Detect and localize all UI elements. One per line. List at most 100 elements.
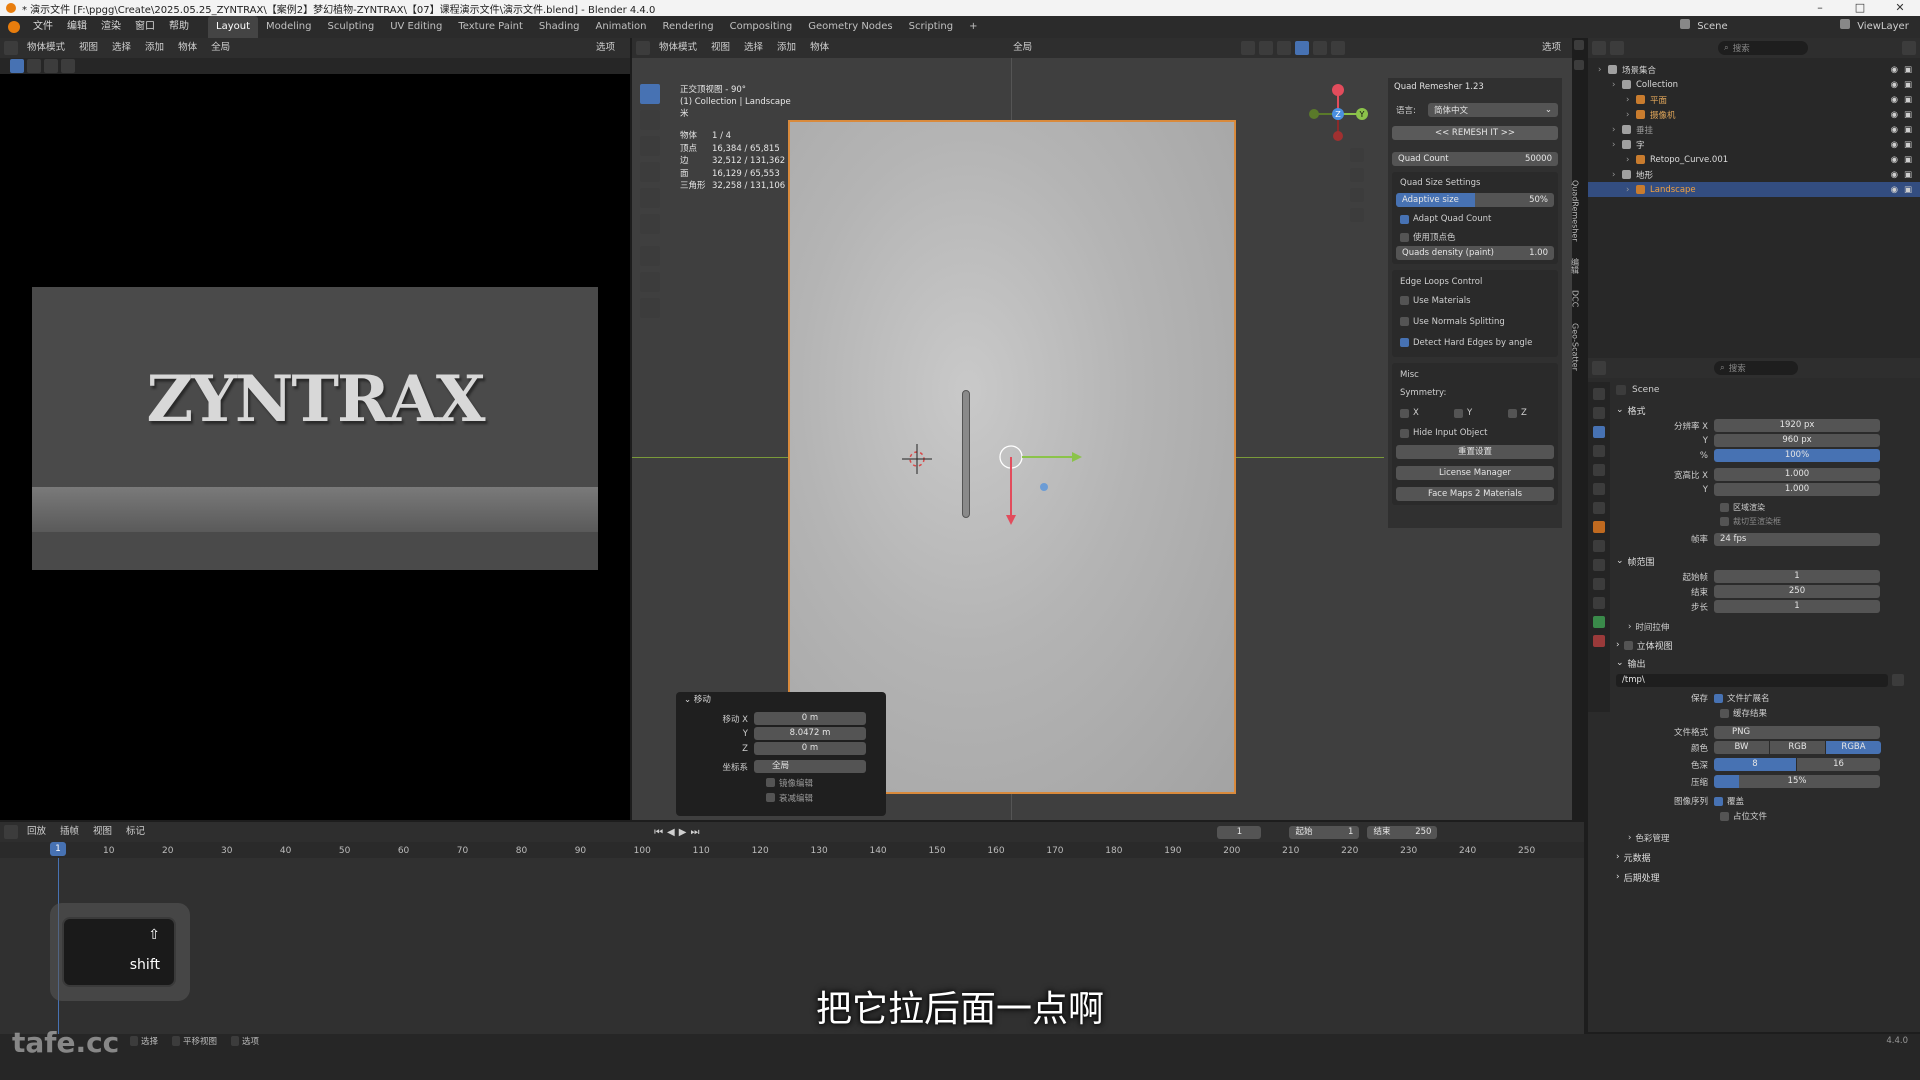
output-tab-icon[interactable] [1593, 426, 1605, 438]
depth-8-button[interactable]: 8 [1714, 758, 1796, 771]
close-button[interactable]: ✕ [1880, 0, 1920, 16]
outliner-row[interactable]: › 地形 ◉ ▣ [1588, 167, 1920, 182]
collection-tab-icon[interactable] [1593, 502, 1605, 514]
stereo-section-header[interactable]: › 立体视图 [1616, 636, 1916, 654]
visibility-eye-icon[interactable]: ◉ [1891, 125, 1898, 135]
visibility-eye-icon[interactable]: ◉ [1891, 155, 1898, 165]
language-dropdown[interactable]: 简体中文 ⌄ [1428, 103, 1558, 117]
properties-search-input[interactable]: ⌕ 搜索 [1714, 361, 1798, 375]
tab-layout[interactable]: Layout [208, 16, 258, 38]
move-gizmo[interactable] [994, 435, 1084, 535]
tool-tab-icon[interactable] [1593, 388, 1605, 400]
visibility-eye-icon[interactable]: ◉ [1891, 140, 1898, 150]
main-options-button[interactable]: 选项 [1537, 39, 1566, 57]
placeholders-checkbox[interactable]: 占位文件 [1616, 809, 1916, 823]
frame-start-field[interactable]: 1 [1714, 570, 1880, 583]
file-format-dropdown[interactable]: PNG [1714, 725, 1880, 739]
select-mode-icon[interactable] [61, 59, 75, 73]
add-cube-tool-icon[interactable] [640, 298, 660, 318]
viewlayer-selector[interactable]: ViewLayer [1840, 16, 1909, 38]
main-menu-object[interactable]: 物体 [805, 39, 834, 57]
main-mode-dropdown[interactable]: 物体模式 [654, 39, 702, 57]
object-tab-icon[interactable] [1593, 521, 1605, 533]
file-ext-checkbox[interactable]: 文件扩展名 [1714, 692, 1770, 704]
hide-input-checkbox[interactable]: Hide Input Object [1392, 423, 1558, 443]
visibility-eye-icon[interactable]: ◉ [1891, 95, 1898, 105]
annotate-tool-icon[interactable] [640, 246, 660, 266]
compression-slider[interactable]: 15% [1714, 775, 1880, 788]
move-panel-title[interactable]: ⌄ 移动 [676, 692, 886, 708]
tab-geo-scatter[interactable]: Geo-Scatter [1571, 323, 1580, 371]
use-materials-checkbox[interactable]: Use Materials [1392, 290, 1558, 311]
symmetry-z-checkbox[interactable]: Z [1508, 408, 1548, 418]
visibility-eye-icon[interactable]: ◉ [1891, 185, 1898, 195]
outliner-row[interactable]: › 垂挂 ◉ ▣ [1588, 122, 1920, 137]
tab-sculpting[interactable]: Sculpting [320, 16, 383, 38]
frame-step-field[interactable]: 1 [1714, 600, 1880, 613]
camera-view-icon[interactable] [1350, 188, 1364, 202]
minimize-button[interactable]: – [1800, 0, 1840, 16]
res-x-field[interactable]: 1920 px [1714, 419, 1880, 432]
outliner-row[interactable]: › 摄像机 ◉ ▣ [1588, 107, 1920, 122]
tab-animation[interactable]: Animation [588, 16, 655, 38]
render-camera-icon[interactable]: ▣ [1904, 170, 1912, 180]
outliner-row[interactable]: › Retopo_Curve.001 ◉ ▣ [1588, 152, 1920, 167]
depth-16-button[interactable]: 16 [1797, 758, 1880, 771]
solid-shading-icon[interactable] [1295, 41, 1310, 55]
expand-arrow-icon[interactable]: › [1626, 185, 1636, 195]
tab-geometry-nodes[interactable]: Geometry Nodes [800, 16, 900, 38]
cursor-tool-icon[interactable] [640, 110, 660, 130]
timeline-menu-view[interactable]: 视图 [88, 823, 117, 841]
filter-icon[interactable] [1902, 41, 1916, 55]
editor-type-icon[interactable] [4, 825, 18, 839]
select-box-icon[interactable] [10, 59, 24, 73]
frame-end-field[interactable]: 250 [1714, 585, 1880, 598]
render-camera-icon[interactable]: ▣ [1904, 110, 1912, 120]
remesh-button[interactable]: << REMESH IT >> [1392, 126, 1558, 140]
tab-rendering[interactable]: Rendering [655, 16, 722, 38]
move-x-field[interactable]: 0 m [754, 712, 866, 725]
outliner-row[interactable]: › 字 ◉ ▣ [1588, 137, 1920, 152]
select-mode-icon[interactable] [27, 59, 41, 73]
quad-count-field[interactable]: Quad Count 50000 [1392, 152, 1558, 166]
left-mode-dropdown[interactable]: 物体模式 [22, 39, 70, 57]
time-stretch-subpanel[interactable]: › 时间拉伸 [1616, 618, 1916, 636]
scale-tool-icon[interactable] [640, 188, 660, 208]
res-percent-slider[interactable]: 100% [1714, 449, 1880, 462]
main-menu-view[interactable]: 视图 [706, 39, 735, 57]
left-menu-view[interactable]: 视图 [74, 39, 103, 57]
frame-range-section-header[interactable]: ⌄ 帧范围 [1616, 553, 1916, 569]
folder-icon[interactable] [1892, 674, 1904, 686]
visibility-eye-icon[interactable]: ◉ [1891, 170, 1898, 180]
select-tool-icon[interactable] [640, 84, 660, 104]
outliner-row[interactable]: › Collection ◉ ▣ [1588, 77, 1920, 92]
overwrite-checkbox[interactable]: 覆盖 [1714, 795, 1744, 807]
select-mode-icon[interactable] [44, 59, 58, 73]
res-y-field[interactable]: 960 px [1714, 434, 1880, 447]
fps-dropdown[interactable]: 24 fps [1714, 532, 1880, 546]
outliner-search-input[interactable]: ⌕ 搜索 [1718, 41, 1808, 55]
license-manager-button[interactable]: License Manager [1396, 466, 1554, 480]
material-shading-icon[interactable] [1313, 41, 1328, 55]
end-frame-field[interactable]: 结束 250 [1367, 825, 1438, 839]
outliner-row[interactable]: › 平面 ◉ ▣ [1588, 92, 1920, 107]
border-render-checkbox[interactable]: 区域渲染 [1616, 500, 1916, 514]
tab-scripting[interactable]: Scripting [901, 16, 961, 38]
tab-compositing[interactable]: Compositing [722, 16, 801, 38]
editor-type-icon[interactable] [1592, 41, 1606, 55]
editor-type-icon[interactable] [1592, 361, 1606, 375]
tab-dcc[interactable]: DCC [1571, 290, 1580, 307]
visibility-eye-icon[interactable]: ◉ [1891, 110, 1898, 120]
format-section-header[interactable]: ⌄ 格式 [1616, 402, 1916, 418]
scene-selector[interactable]: Scene [1680, 16, 1728, 38]
aspect-x-field[interactable]: 1.000 [1714, 468, 1880, 481]
world-tab-icon[interactable] [1593, 483, 1605, 495]
tab-shading[interactable]: Shading [531, 16, 588, 38]
render-camera-icon[interactable]: ▣ [1904, 140, 1912, 150]
start-frame-field[interactable]: 起始 1 [1289, 825, 1360, 839]
use-vertex-color-checkbox[interactable]: 使用顶点色 [1392, 228, 1558, 246]
view-layer-tab-icon[interactable] [1593, 445, 1605, 457]
tab-edit[interactable]: 编辑 [1570, 258, 1581, 274]
ortho-grid-icon[interactable] [1350, 208, 1364, 222]
zoom-icon[interactable] [1350, 148, 1364, 162]
